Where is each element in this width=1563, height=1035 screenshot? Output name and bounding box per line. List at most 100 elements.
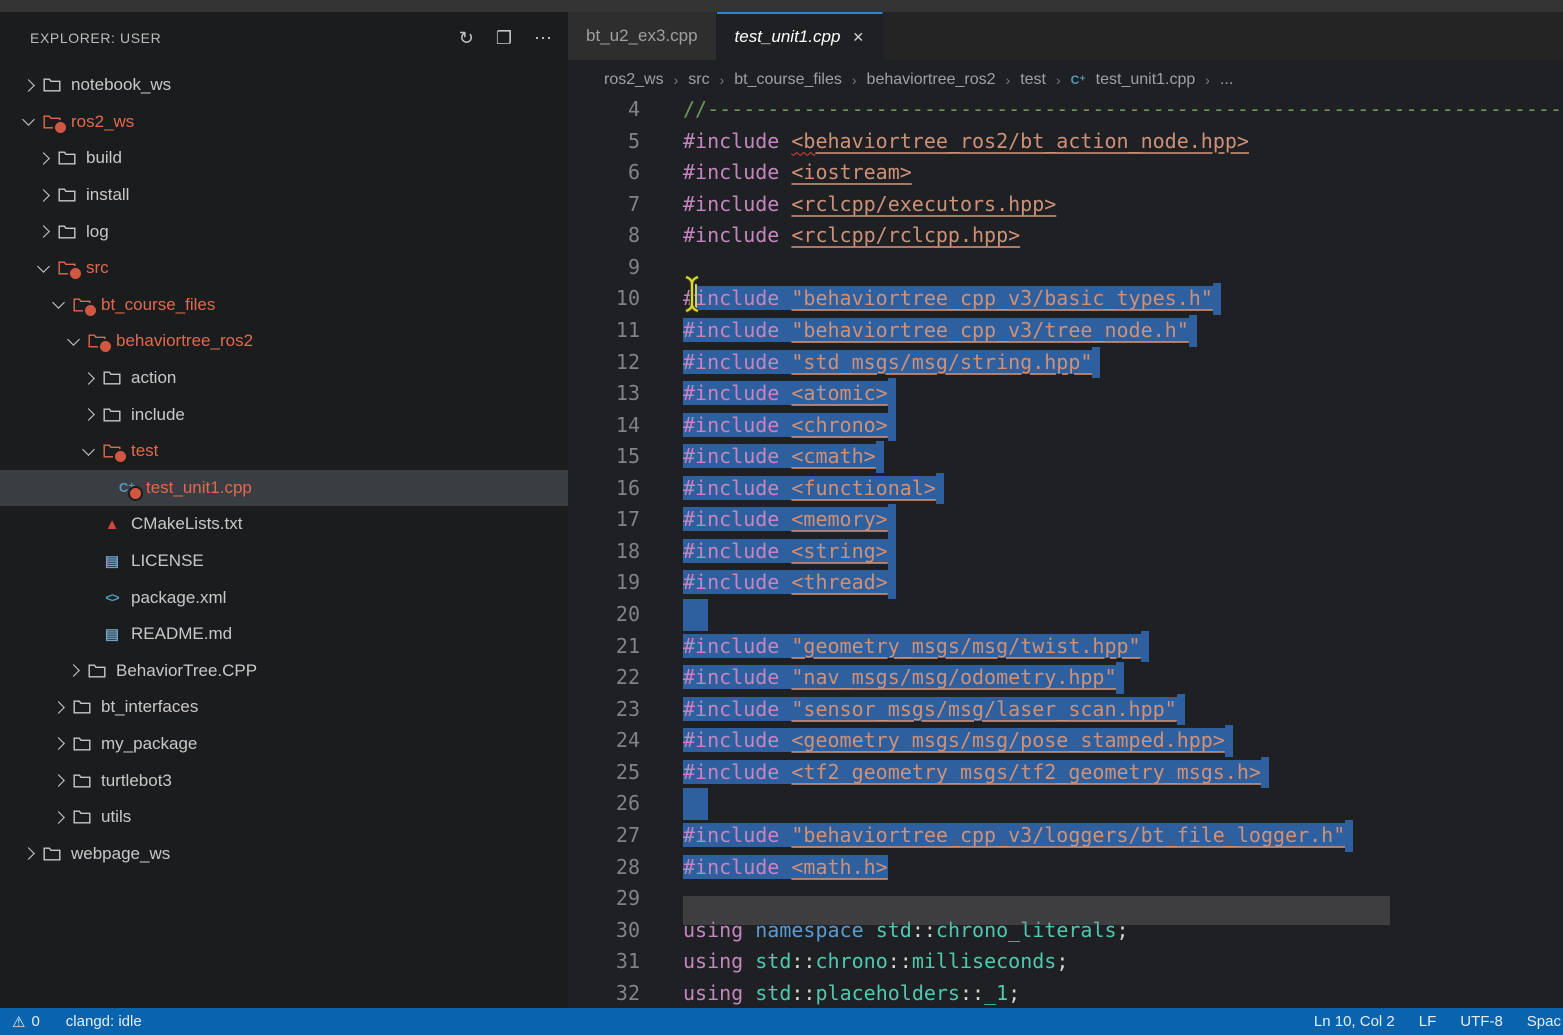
code-line[interactable]: 15#include <cmath> [568, 441, 1563, 473]
code-line[interactable]: 8#include <rclcpp/rclcpp.hpp> [568, 220, 1563, 252]
indentation-indicator[interactable]: Spac [1527, 1013, 1561, 1030]
code-line[interactable]: 26 [568, 788, 1563, 820]
tree-item-label: turtlebot3 [101, 771, 172, 791]
selection-pad [936, 473, 944, 505]
language-server-status[interactable]: clangd: idle [66, 1013, 142, 1030]
code-line[interactable]: 10#include "behaviortree_cpp_v3/basic_ty… [568, 283, 1563, 315]
code-token: #include [683, 760, 779, 784]
tree-item-bt-interfaces[interactable]: bt_interfaces [0, 689, 568, 726]
tree-item-behaviortree-ros2[interactable]: behaviortree_ros2 [0, 323, 568, 360]
code-token: #include [683, 697, 779, 721]
tree-item-license[interactable]: ▤LICENSE [0, 543, 568, 580]
tree-item-label: install [86, 185, 129, 205]
code-line-content [683, 599, 708, 631]
tree-item-install[interactable]: install [0, 177, 568, 214]
tree-item-build[interactable]: build [0, 140, 568, 177]
tree-item-behaviortree-cpp[interactable]: BehaviorTree.CPP [0, 653, 568, 690]
line-number: 7 [568, 189, 640, 221]
tab-test-unit1-cpp[interactable]: test_unit1.cpp✕ [717, 12, 884, 60]
tree-item-ros2-ws[interactable]: ros2_ws [0, 104, 568, 141]
code-line[interactable]: 22#include "nav_msgs/msg/odometry.hpp" [568, 662, 1563, 694]
breadcrumb-overflow[interactable]: ... [1220, 71, 1233, 89]
tree-item-action[interactable]: action [0, 360, 568, 397]
tree-item-package-xml[interactable]: <>package.xml [0, 579, 568, 616]
code-line[interactable]: 14#include <chrono> [568, 410, 1563, 442]
eol-indicator[interactable]: LF [1419, 1013, 1437, 1030]
code-line[interactable]: 11#include "behaviortree_cpp_v3/tree_nod… [568, 315, 1563, 347]
code-line[interactable]: 19#include <thread> [568, 567, 1563, 599]
collapse-folders-icon[interactable]: ❐ [496, 28, 512, 49]
code-line[interactable]: 21#include "geometry_msgs/msg/twist.hpp" [568, 631, 1563, 663]
tree-item-label: package.xml [131, 588, 226, 608]
code-line[interactable]: 31using std::chrono::milliseconds; [568, 946, 1563, 978]
code-line[interactable]: 7 #include <rclcpp/executors.hpp> [568, 189, 1563, 221]
code-token: "geometry_msgs/msg/twist.hpp" [791, 634, 1140, 658]
tree-item-include[interactable]: include [0, 396, 568, 433]
code-line[interactable]: 32using std::placeholders::_1; [568, 978, 1563, 1010]
problems-indicator[interactable]: ⚠ 0 [12, 1013, 40, 1031]
line-number: 10 [568, 283, 640, 315]
breadcrumb-item[interactable]: bt_course_files [734, 71, 842, 89]
horizontal-scrollbar[interactable] [683, 896, 1390, 925]
tree-item-webpage-ws[interactable]: webpage_ws [0, 835, 568, 872]
selection-pad [1116, 662, 1124, 694]
code-line[interactable]: 6#include <iostream> [568, 157, 1563, 189]
more-actions-icon[interactable]: ⋯ [534, 28, 552, 49]
code-line[interactable]: 4//-------------------------------------… [568, 94, 1563, 126]
encoding-indicator[interactable]: UTF-8 [1460, 1013, 1503, 1030]
tree-item-test[interactable]: test [0, 433, 568, 470]
tab-bt-u2-ex3-cpp[interactable]: bt_u2_ex3.cpp [568, 12, 717, 60]
breadcrumb-item[interactable]: behaviortree_ros2 [867, 71, 996, 89]
tree-item-bt-course-files[interactable]: bt_course_files [0, 287, 568, 324]
code-line[interactable]: 20 [568, 599, 1563, 631]
code-token: <rclcpp/executors.hpp> [791, 192, 1056, 216]
code-token: <functional> [791, 476, 936, 500]
folder-icon [70, 773, 94, 789]
tree-item-label: notebook_ws [71, 75, 171, 95]
code-line[interactable]: 25#include <tf2_geometry_msgs/tf2_geomet… [568, 757, 1563, 789]
tree-item-cmakelists-txt[interactable]: ▲CMakeLists.txt [0, 506, 568, 543]
chevron-down-icon [76, 449, 100, 454]
selection-pad [888, 567, 896, 599]
code-line[interactable]: 5#include <behaviortree_ros2/bt_action_n… [568, 126, 1563, 158]
code-line[interactable]: 23#include "sensor_msgs/msg/laser_scan.h… [568, 694, 1563, 726]
cursor-position[interactable]: Ln 10, Col 2 [1314, 1013, 1395, 1030]
folder-icon [55, 150, 79, 166]
breadcrumb-file[interactable]: test_unit1.cpp [1096, 71, 1196, 89]
code-line[interactable]: 9 [568, 252, 1563, 284]
code-line-content: #include <atomic> [683, 378, 896, 410]
breadcrumb-item[interactable]: src [688, 71, 709, 89]
code-line[interactable]: 27#include "behaviortree_cpp_v3/loggers/… [568, 820, 1563, 852]
code-line[interactable]: 13#include <atomic> [568, 378, 1563, 410]
tree-item-my-package[interactable]: my_package [0, 726, 568, 763]
code-line-content: #include <rclcpp/executors.hpp> [683, 189, 1056, 221]
code-token: <cmath> [791, 444, 875, 468]
code-token: #include [683, 192, 779, 216]
folder-icon [55, 260, 79, 276]
tree-item-turtlebot3[interactable]: turtlebot3 [0, 762, 568, 799]
tree-item-label: action [131, 368, 176, 388]
code-line[interactable]: 16#include <functional> [568, 473, 1563, 505]
tree-item-log[interactable]: log [0, 213, 568, 250]
breadcrumb-item[interactable]: test [1020, 71, 1046, 89]
code-line[interactable]: 12#include "std_msgs/msg/string.hpp" [568, 347, 1563, 379]
code-line-content: #include "sensor_msgs/msg/laser_scan.hpp… [683, 694, 1185, 726]
chevron-right-icon: › [852, 72, 857, 88]
breadcrumb-item[interactable]: ros2_ws [604, 71, 664, 89]
tree-item-readme-md[interactable]: ▤README.md [0, 616, 568, 653]
selection-mark [683, 599, 708, 631]
chevron-down-icon [61, 339, 85, 344]
code-editor[interactable]: 4//-------------------------------------… [568, 94, 1563, 1009]
tree-item-src[interactable]: src [0, 250, 568, 287]
refresh-explorer-icon[interactable]: ↻ [459, 28, 474, 49]
tree-item-test-unit1-cpp[interactable]: C⁺test_unit1.cpp [0, 470, 568, 507]
code-line[interactable]: 28#include <math.h> [568, 852, 1563, 884]
close-icon[interactable]: ✕ [852, 29, 864, 46]
line-number: 24 [568, 725, 640, 757]
code-line[interactable]: 17#include <memory> [568, 504, 1563, 536]
code-line[interactable]: 24#include <geometry_msgs/msg/pose_stamp… [568, 725, 1563, 757]
tree-item-utils[interactable]: utils [0, 799, 568, 836]
folder-icon [40, 846, 64, 862]
code-line[interactable]: 18#include <string> [568, 536, 1563, 568]
tree-item-notebook-ws[interactable]: notebook_ws [0, 67, 568, 104]
